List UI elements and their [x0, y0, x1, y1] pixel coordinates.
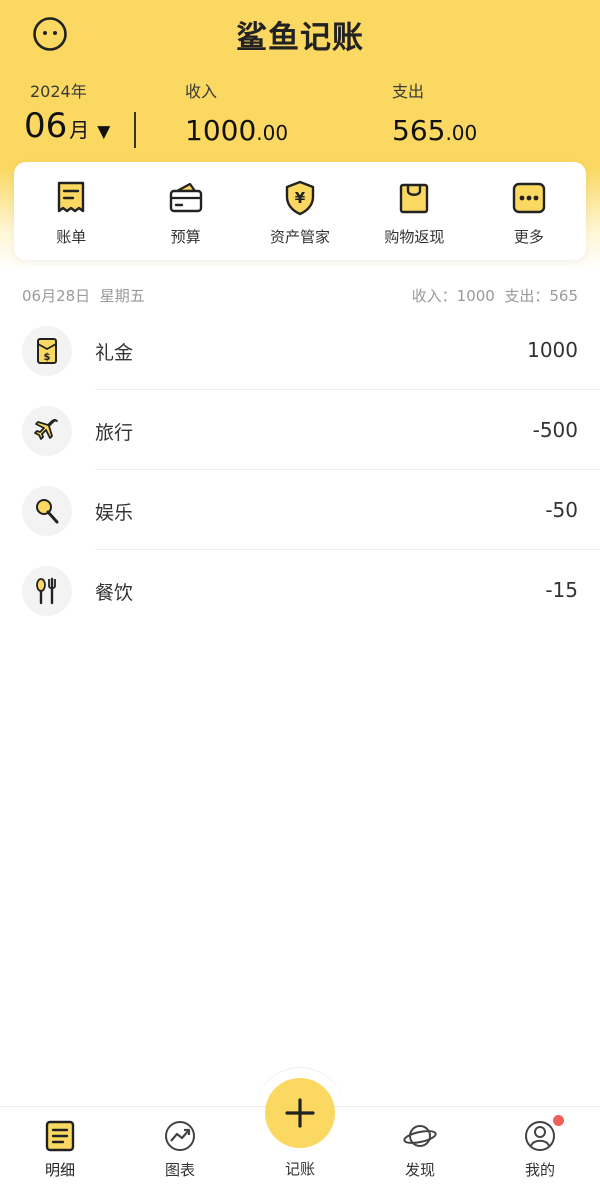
quick-action-label: 购物返现	[384, 228, 445, 246]
microphone-icon	[36, 499, 59, 524]
quick-action-label: 更多	[513, 228, 544, 246]
yen-shield-icon: ¥	[285, 180, 315, 216]
wallet-icon	[169, 182, 202, 213]
planet-icon	[403, 1125, 437, 1147]
tab-discover[interactable]: 发现	[360, 1107, 480, 1194]
transaction-amount: -500	[532, 418, 578, 442]
transaction-row[interactable]: 娱乐 -50	[0, 470, 600, 550]
month-picker[interactable]: 06 月 ▼	[24, 106, 110, 156]
transaction-list: $ 礼金 1000 旅行 -500 娱乐 -50 餐饮 -15	[0, 310, 600, 630]
transaction-amount: -15	[545, 578, 578, 602]
category-icon-wrapper	[22, 566, 72, 616]
top-bar: 鲨鱼记账	[0, 0, 600, 68]
month-unit: 月	[69, 118, 90, 142]
quick-action-label: 账单	[56, 228, 87, 246]
tab-label: 明细	[44, 1161, 75, 1179]
chart-icon	[165, 1121, 195, 1151]
day-weekday: 星期五	[99, 287, 145, 305]
tab-label: 发现	[404, 1161, 435, 1179]
utensils-icon	[36, 577, 56, 605]
quick-action-asset-manager[interactable]: ¥ 资产管家	[243, 162, 357, 260]
transaction-category: 餐饮	[95, 582, 134, 604]
category-icon-wrapper	[22, 486, 72, 536]
transaction-category: 旅行	[95, 422, 134, 444]
expense-total: 565.00	[392, 114, 477, 147]
transaction-amount: -50	[545, 498, 578, 522]
year-label: 2024年	[30, 82, 87, 101]
quick-action-bills[interactable]: 账单	[14, 162, 128, 260]
tab-details[interactable]: 明细	[0, 1107, 120, 1194]
svg-text:$: $	[44, 352, 51, 363]
shopping-bag-icon	[400, 183, 429, 214]
tab-charts[interactable]: 图表	[120, 1107, 240, 1194]
month-value: 06	[24, 106, 68, 146]
add-record-button[interactable]	[265, 1078, 335, 1148]
list-icon	[45, 1120, 75, 1152]
day-header: 06月28日 星期五 收入：1000 支出：565	[22, 285, 578, 307]
receipt-icon	[58, 181, 85, 213]
income-total-integer: 1000	[185, 114, 257, 147]
plus-icon	[285, 1098, 315, 1128]
quick-action-label: 资产管家	[270, 228, 331, 246]
quick-actions-card: 账单 预算 ¥ 资产管家 购物返现 更多	[14, 162, 586, 260]
income-label: 收入	[185, 82, 218, 101]
tab-mine[interactable]: 我的	[480, 1107, 600, 1194]
income-total-decimal: .00	[256, 121, 289, 145]
transaction-amount: 1000	[527, 338, 578, 362]
svg-text:¥: ¥	[295, 189, 306, 207]
red-envelope-icon: $	[37, 338, 57, 364]
tab-label: 我的	[524, 1161, 555, 1179]
more-dots-icon	[512, 182, 546, 214]
airplane-icon	[34, 419, 58, 440]
expense-total-decimal: .00	[445, 121, 478, 145]
expense-total-integer: 565	[392, 114, 446, 147]
notification-badge	[553, 1115, 564, 1126]
transaction-row[interactable]: 餐饮 -15	[0, 550, 600, 630]
summary-divider	[134, 112, 136, 148]
user-icon	[525, 1121, 555, 1151]
quick-action-label: 预算	[170, 228, 201, 246]
transaction-category: 娱乐	[95, 502, 134, 524]
tab-record-label: 记账	[284, 1160, 315, 1178]
category-icon-wrapper: $	[22, 326, 72, 376]
transaction-row[interactable]: $ 礼金 1000	[0, 310, 600, 390]
quick-action-more[interactable]: 更多	[472, 162, 586, 260]
tab-label: 图表	[164, 1161, 195, 1179]
month-summary: 2024年 06 月 ▼ 收入 1000.00 支出 565.00	[0, 72, 600, 162]
expense-label: 支出	[392, 82, 425, 101]
transaction-category: 礼金	[95, 342, 134, 364]
day-date: 06月28日 星期五	[22, 285, 145, 306]
day-totals: 收入：1000 支出：565	[411, 287, 578, 305]
transaction-row[interactable]: 旅行 -500	[0, 390, 600, 470]
income-total: 1000.00	[185, 114, 288, 147]
caret-down-icon: ▼	[97, 122, 111, 142]
day-date-text: 06月28日	[22, 287, 91, 305]
category-icon-wrapper	[22, 406, 72, 456]
quick-action-budget[interactable]: 预算	[128, 162, 242, 260]
app-title: 鲨鱼记账	[236, 20, 364, 56]
quick-action-shopping-cashback[interactable]: 购物返现	[357, 162, 471, 260]
